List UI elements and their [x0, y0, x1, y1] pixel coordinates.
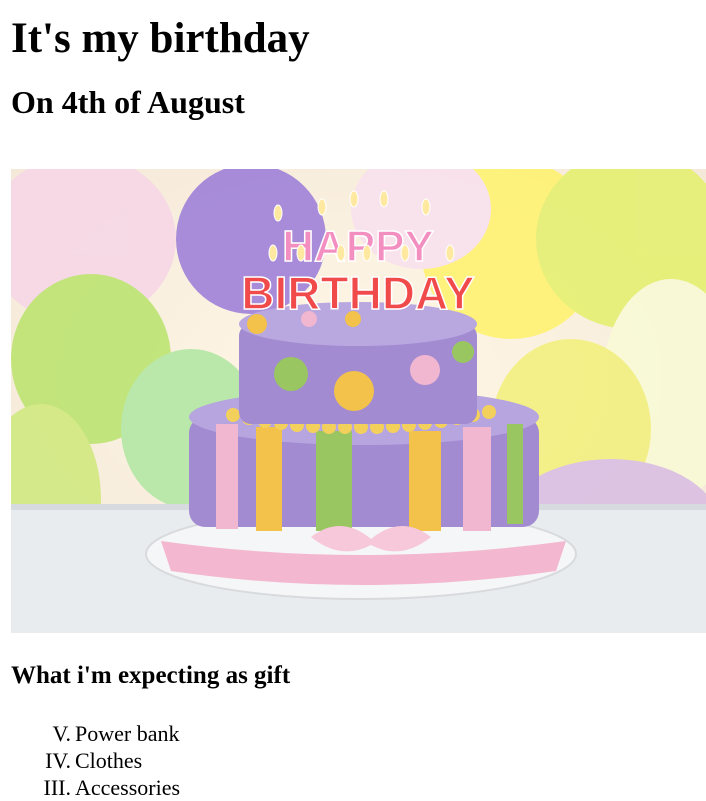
gifts-heading: What i'm expecting as gift	[11, 662, 291, 689]
list-item: III. Accessories	[11, 774, 181, 801]
list-marker: IV.	[45, 748, 71, 773]
cake-text-birthday: BIRTHDAY	[241, 267, 474, 319]
list-item-label: Accessories	[75, 775, 181, 800]
page: It's my birthday On 4th of August	[0, 0, 706, 122]
cake-top-tier	[239, 302, 477, 424]
list-item: IV. Clothes	[11, 747, 180, 774]
page-title: It's my birthday	[11, 15, 310, 62]
list-item: V. Power bank	[11, 720, 180, 747]
list-item-label: Power bank	[75, 721, 180, 746]
birthday-cake-image: HAPPY BIRTHDAY	[11, 169, 706, 633]
list-item-label: Clothes	[75, 748, 143, 773]
page-subtitle: On 4th of August	[11, 84, 245, 120]
list-marker: III.	[43, 775, 71, 800]
cake-text-happy: HAPPY	[282, 222, 434, 271]
list-marker: V.	[52, 721, 71, 746]
gift-list: V. Power bank IV. Clothes III. Accessories	[11, 720, 181, 801]
